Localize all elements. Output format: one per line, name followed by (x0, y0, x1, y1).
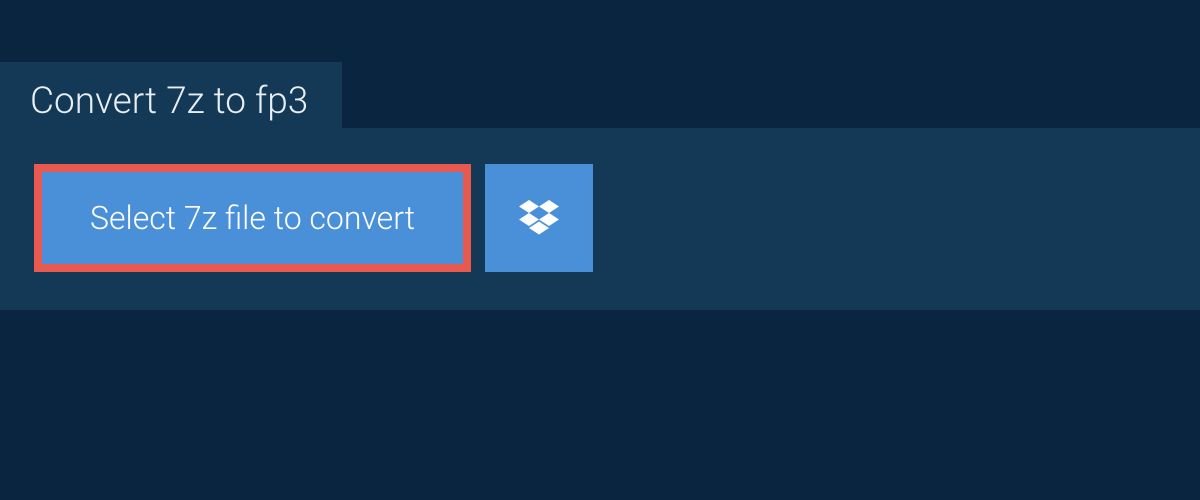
tab-title: Convert 7z to fp3 (30, 80, 308, 123)
converter-panel: Select 7z file to convert (0, 128, 1200, 310)
select-file-label: Select 7z file to convert (90, 199, 415, 237)
button-row: Select 7z file to convert (34, 164, 1166, 272)
select-file-button[interactable]: Select 7z file to convert (34, 164, 471, 272)
dropbox-button[interactable] (485, 164, 593, 272)
dropbox-icon (519, 200, 559, 236)
